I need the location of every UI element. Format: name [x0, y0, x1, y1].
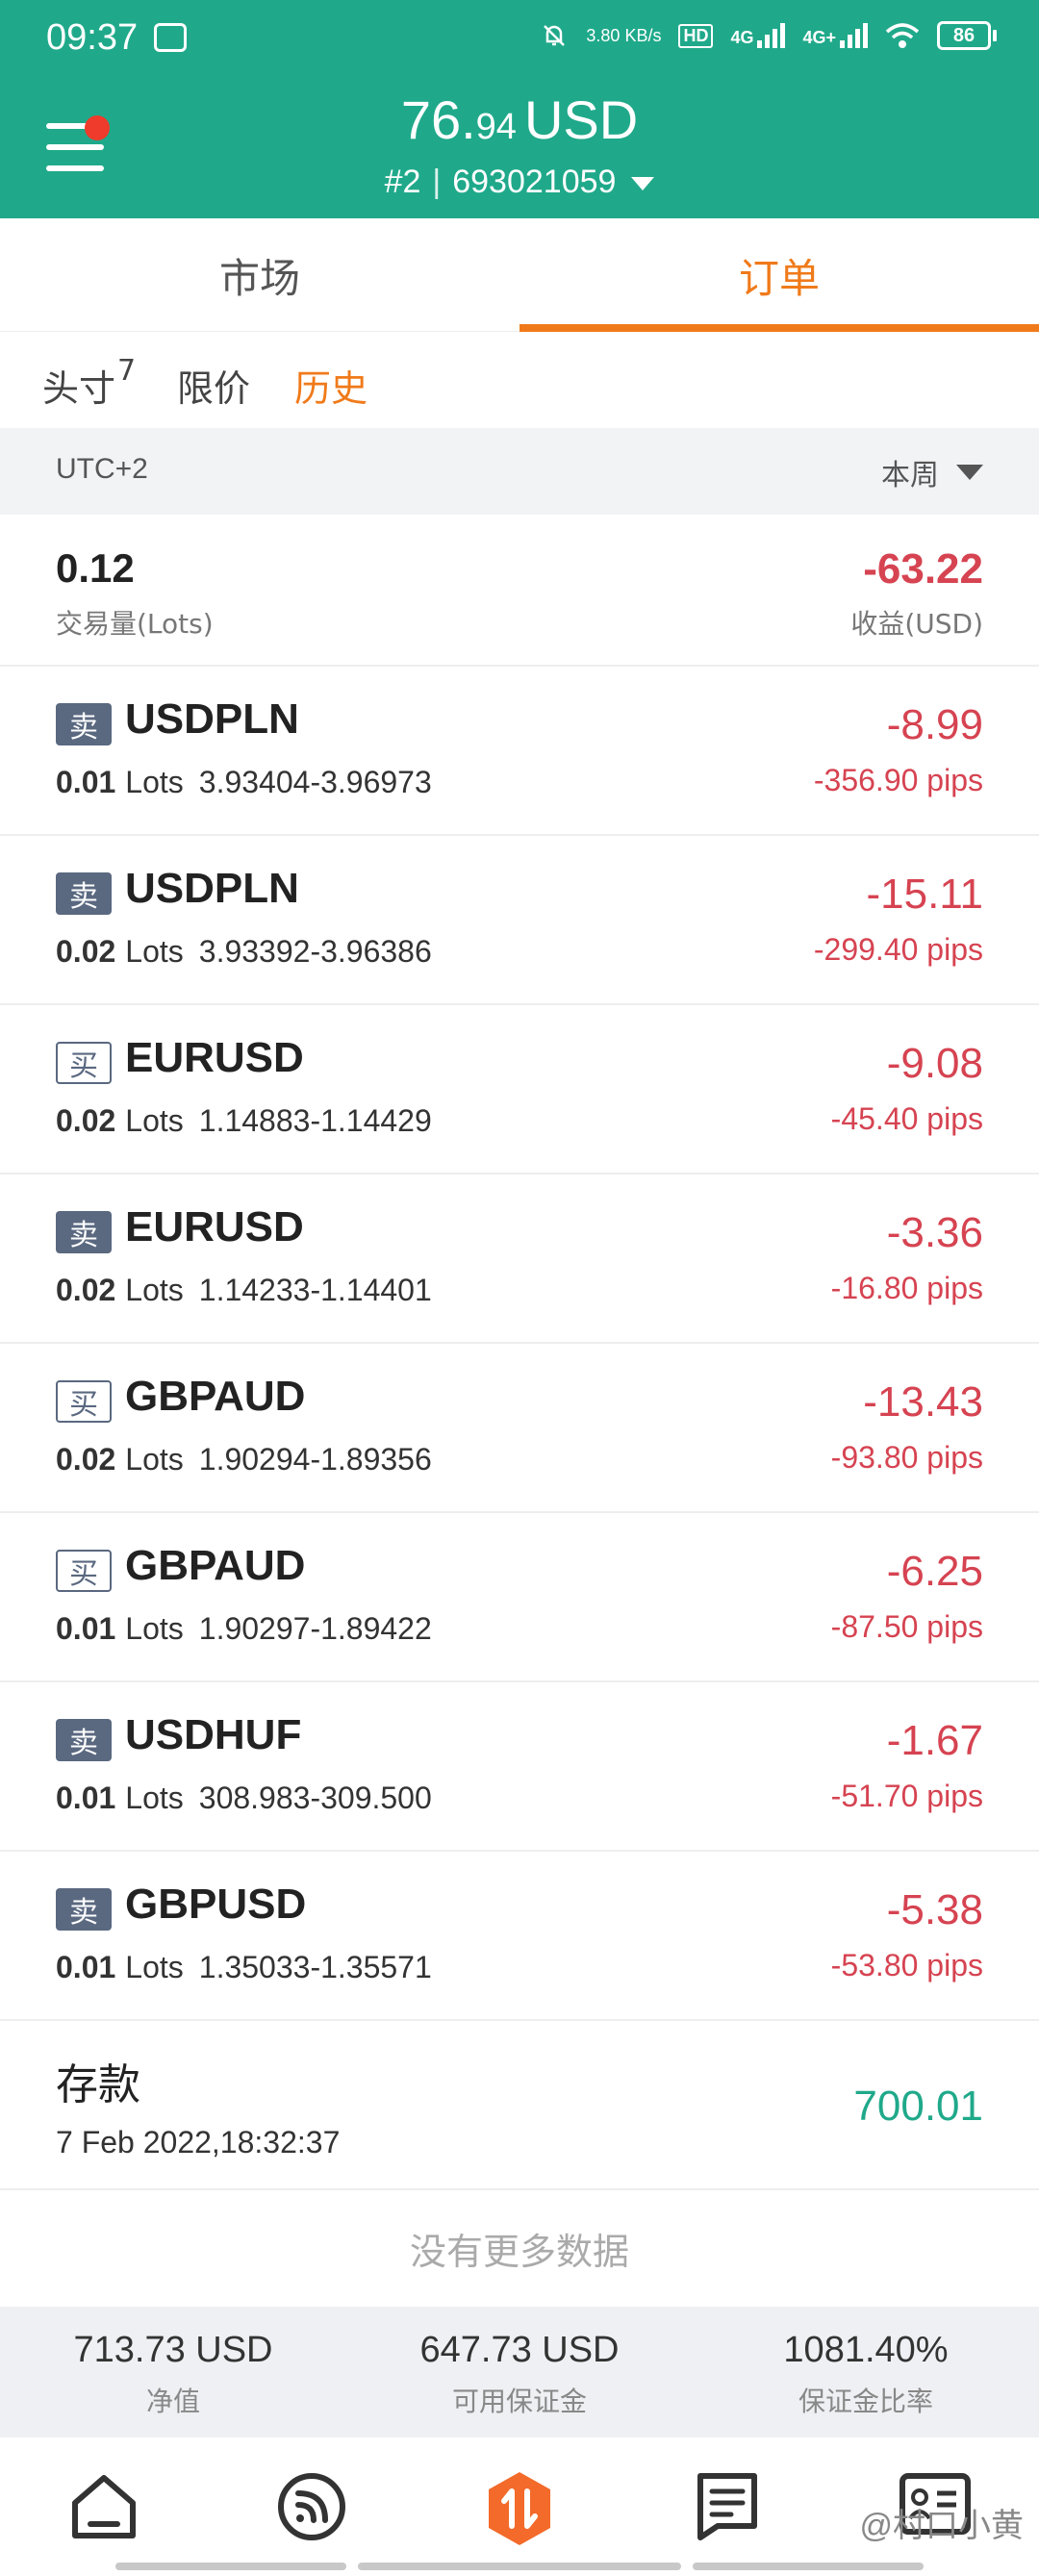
tab-market[interactable]: 市场 [0, 218, 520, 332]
battery-icon: 86 [937, 21, 997, 50]
order-row[interactable]: 卖 USDPLN 0.01 Lots 3.93404-3.96973 -8.99 -… [0, 667, 1039, 836]
order-pips: -51.70 pips [830, 1779, 983, 1813]
signal-icon-1: 4G [730, 23, 786, 48]
order-row[interactable]: 卖 EURUSD 0.02 Lots 1.14233-1.14401 -3.36 -… [0, 1174, 1039, 1344]
active-tab-indicator [520, 324, 1039, 332]
gesture-bar-right [693, 2563, 924, 2570]
subtab-history[interactable]: 历史 [294, 359, 367, 412]
dropdown-triangle-icon [956, 465, 983, 480]
app-header: 09:37 3.80 KB/s HD 4G 4G+ 86 76.94 USD #… [0, 0, 1039, 218]
mute-bell-icon [544, 25, 566, 46]
side-badge: 买 [56, 1550, 112, 1592]
deposit-amount: 700.01 [853, 2083, 983, 2130]
side-badge: 卖 [56, 703, 112, 745]
tab-orders[interactable]: 订单 [520, 218, 1039, 332]
order-symbol: GBPUSD [125, 1881, 307, 1928]
order-profit: -6.25 [886, 1548, 983, 1595]
order-symbol: EURUSD [125, 1034, 304, 1081]
account-summary-bar: 713.73 USD 净值 647.73 USD 可用保证金 1081.40% … [0, 2307, 1039, 2437]
orders-list-icon [697, 2473, 757, 2540]
deposit-title: 存款 [56, 2060, 140, 2109]
order-symbol: GBPAUD [125, 1373, 306, 1420]
period-dropdown[interactable]: 本周 [881, 451, 983, 493]
watermark: @村口小黄 [859, 2508, 1024, 2544]
account-selector[interactable]: #2 | 693021059 [0, 164, 1039, 201]
total-profit: -63.22 [863, 545, 983, 593]
order-symbol: GBPAUD [125, 1542, 306, 1589]
side-badge: 买 [56, 1380, 112, 1423]
order-pips: -87.50 pips [830, 1609, 983, 1644]
sub-tabs: 头寸7 限价 历史 [0, 332, 1039, 428]
side-badge: 卖 [56, 872, 112, 915]
order-pips: -93.80 pips [830, 1440, 983, 1475]
free-margin: 647.73 USD 可用保证金 [419, 2330, 620, 2417]
side-badge: 卖 [56, 1719, 112, 1761]
status-icons: 3.80 KB/s HD 4G 4G+ 86 [540, 21, 997, 50]
order-row[interactable]: 卖 USDHUF 0.01 Lots 308.983-309.500 -1.67 -… [0, 1682, 1039, 1852]
subtab-positions[interactable]: 头寸7 [42, 354, 136, 412]
status-bar: 09:37 3.80 KB/s HD 4G 4G+ 86 [0, 0, 1039, 81]
order-profit: -8.99 [886, 701, 983, 748]
equity: 713.73 USD 净值 [73, 2330, 273, 2417]
no-more-data: 没有更多数据 [0, 2190, 1039, 2306]
order-row[interactable]: 买 EURUSD 0.02 Lots 1.14883-1.14429 -9.08 -… [0, 1005, 1039, 1174]
side-badge: 卖 [56, 1211, 112, 1253]
order-history-list: 卖 USDPLN 0.01 Lots 3.93404-3.96973 -8.99 -… [0, 667, 1039, 2306]
nav-trade[interactable] [416, 2437, 623, 2576]
account-index: #2 [384, 164, 421, 200]
order-row[interactable]: 卖 GBPUSD 0.01 Lots 1.35033-1.35571 -5.38 -… [0, 1852, 1039, 2021]
trade-icon [489, 2472, 550, 2545]
account-number: 693021059 [452, 164, 617, 200]
order-pips: -45.40 pips [830, 1101, 983, 1136]
volume-label: 交易量(Lots) [56, 608, 214, 640]
order-profit: -9.08 [886, 1040, 983, 1087]
positions-count: 7 [117, 354, 137, 389]
subtab-limit[interactable]: 限价 [177, 359, 250, 412]
order-row[interactable]: 卖 USDPLN 0.02 Lots 3.93392-3.96386 -15.11 … [0, 836, 1039, 1005]
nav-feed[interactable] [208, 2437, 416, 2576]
order-pips: -53.80 pips [830, 1948, 983, 1983]
caret-down-icon [631, 177, 655, 191]
gesture-bar-left [115, 2563, 346, 2570]
side-badge: 买 [56, 1042, 112, 1084]
account-balance: 76.94 USD [400, 89, 639, 150]
history-summary: 0.12 交易量(Lots) -63.22 收益(USD) [0, 515, 1039, 667]
order-symbol: USDPLN [125, 865, 299, 912]
order-row[interactable]: 买 GBPAUD 0.02 Lots 1.90294-1.89356 -13.43 … [0, 1344, 1039, 1513]
order-profit: -15.11 [866, 871, 984, 918]
nav-home[interactable] [0, 2437, 208, 2576]
margin-level: 1081.40% 保证金比率 [783, 2330, 949, 2417]
nav-orders[interactable] [623, 2437, 831, 2576]
side-badge: 卖 [56, 1888, 112, 1931]
order-profit: -5.38 [886, 1886, 983, 1933]
deposit-row[interactable]: 存款 7 Feb 2022,18:32:37 700.01 [0, 2021, 1039, 2190]
order-pips: -356.90 pips [813, 763, 983, 797]
status-time: 09:37 [46, 17, 139, 58]
hd-icon: HD [678, 23, 714, 48]
profit-label: 收益(USD) [850, 608, 983, 640]
net-speed: 3.80 KB/s [586, 25, 662, 45]
gesture-bar-center [358, 2563, 681, 2570]
total-volume: 0.12 [56, 545, 135, 591]
home-icon [72, 2475, 136, 2538]
order-row[interactable]: 买 GBPAUD 0.01 Lots 1.90297-1.89422 -6.25 -… [0, 1513, 1039, 1682]
order-symbol: USDPLN [125, 695, 299, 743]
order-pips: -16.80 pips [830, 1271, 983, 1305]
order-profit: -1.67 [886, 1717, 983, 1764]
order-pips: -299.40 pips [813, 932, 983, 967]
deposit-date: 7 Feb 2022,18:32:37 [56, 2125, 341, 2159]
signal-icon-2: 4G+ [802, 23, 868, 48]
filter-bar: UTC+2 本周 [0, 428, 1039, 515]
timezone-label: UTC+2 [56, 453, 148, 485]
feed-icon [278, 2473, 345, 2540]
notification-app-icon [154, 23, 187, 52]
order-profit: -3.36 [886, 1209, 983, 1256]
wifi-icon [885, 23, 920, 48]
order-symbol: EURUSD [125, 1203, 304, 1250]
order-symbol: USDHUF [125, 1711, 302, 1758]
top-tabs: 市场 订单 [0, 218, 1039, 332]
order-profit: -13.43 [863, 1378, 983, 1426]
